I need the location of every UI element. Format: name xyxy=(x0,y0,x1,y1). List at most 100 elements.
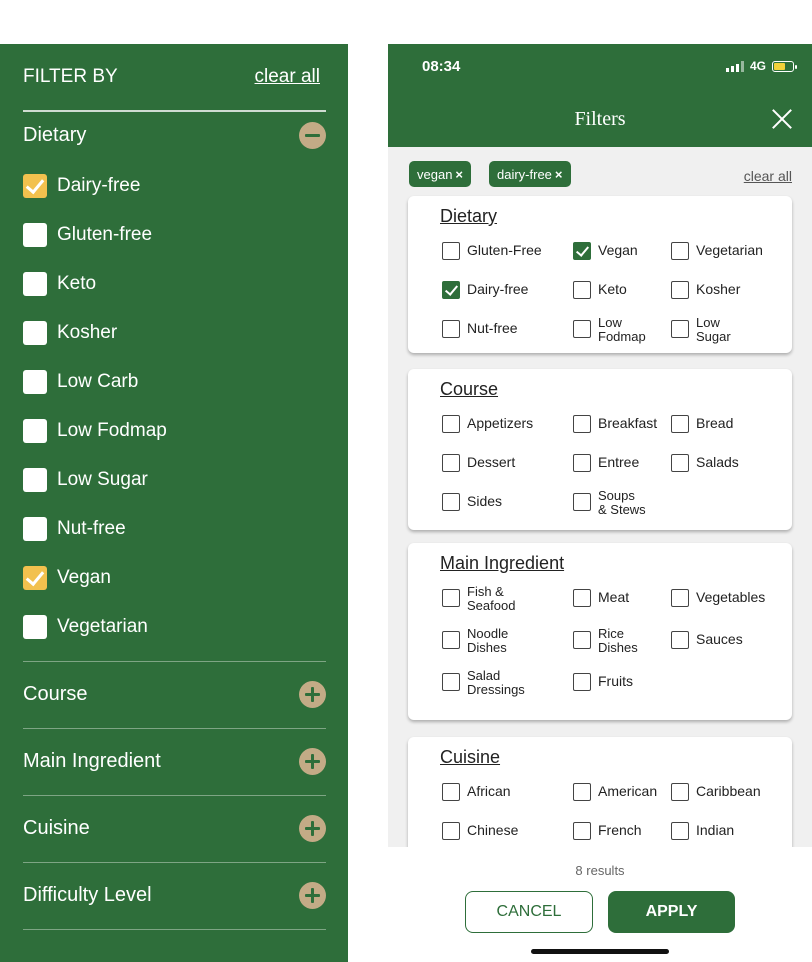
filter-option[interactable]: Vegetables xyxy=(671,589,765,607)
filter-option[interactable]: Nut-free xyxy=(442,320,518,338)
filter-option[interactable]: Low Sugar xyxy=(671,316,731,344)
dietary-option[interactable]: Dairy-free xyxy=(23,173,140,199)
filter-option[interactable]: Gluten-Free xyxy=(442,242,542,260)
filter-option[interactable]: Sides xyxy=(442,493,502,511)
dietary-option[interactable]: Keto xyxy=(23,271,96,297)
filter-option[interactable]: Fruits xyxy=(573,673,633,691)
filter-option[interactable]: Sauces xyxy=(671,631,743,649)
checkbox-icon[interactable] xyxy=(671,320,689,338)
filter-option[interactable]: Kosher xyxy=(671,281,740,299)
checkbox-icon[interactable] xyxy=(23,272,47,296)
filter-option[interactable]: African xyxy=(442,783,511,801)
checkbox-checked-icon[interactable] xyxy=(573,242,591,260)
checkbox-icon[interactable] xyxy=(442,415,460,433)
checkbox-icon[interactable] xyxy=(671,631,689,649)
filter-option[interactable]: American xyxy=(573,783,657,801)
filter-option[interactable]: Entree xyxy=(573,454,639,472)
checkbox-icon[interactable] xyxy=(573,822,591,840)
filter-option[interactable]: Appetizers xyxy=(442,415,533,433)
checkbox-icon[interactable] xyxy=(671,822,689,840)
dietary-option[interactable]: Gluten-free xyxy=(23,222,152,248)
expand-plus-icon[interactable] xyxy=(299,881,326,909)
checkbox-icon[interactable] xyxy=(442,242,460,260)
dietary-option[interactable]: Vegetarian xyxy=(23,614,148,640)
expand-plus-icon[interactable] xyxy=(299,747,326,775)
clear-all-link[interactable]: clear all xyxy=(255,66,320,88)
filter-option[interactable]: Meat xyxy=(573,589,629,607)
checkbox-icon[interactable] xyxy=(23,468,47,492)
checkbox-icon[interactable] xyxy=(573,415,591,433)
dietary-option[interactable]: Kosher xyxy=(23,320,117,346)
filter-option[interactable]: Caribbean xyxy=(671,783,761,801)
checkbox-icon[interactable] xyxy=(442,822,460,840)
expand-plus-icon[interactable] xyxy=(299,814,326,842)
checkbox-icon[interactable] xyxy=(23,615,47,639)
filter-option[interactable]: Chinese xyxy=(442,822,518,840)
filter-option[interactable]: Dessert xyxy=(442,454,515,472)
checkbox-icon[interactable] xyxy=(671,242,689,260)
dietary-option[interactable]: Low Sugar xyxy=(23,467,148,493)
section-header[interactable]: Main Ingredient xyxy=(23,746,326,776)
expand-plus-icon[interactable] xyxy=(299,680,326,708)
filter-option[interactable]: Soups & Stews xyxy=(573,489,646,517)
checkbox-icon[interactable] xyxy=(442,320,460,338)
checkbox-icon[interactable] xyxy=(573,493,591,511)
dietary-option[interactable]: Low Carb xyxy=(23,369,138,395)
checkbox-icon[interactable] xyxy=(442,673,460,691)
cancel-button[interactable]: CANCEL xyxy=(465,891,593,933)
section-dietary-header[interactable]: Dietary xyxy=(23,120,326,150)
filter-option[interactable]: Keto xyxy=(573,281,627,299)
checkbox-icon[interactable] xyxy=(671,589,689,607)
apply-button[interactable]: APPLY xyxy=(608,891,735,933)
filter-option[interactable]: Fish & Seafood xyxy=(442,585,515,613)
collapse-minus-icon[interactable] xyxy=(299,121,326,149)
dietary-option[interactable]: Nut-free xyxy=(23,516,126,542)
checkbox-icon[interactable] xyxy=(442,589,460,607)
chip-dairy-free[interactable]: dairy-free × xyxy=(489,161,571,187)
checkbox-icon[interactable] xyxy=(23,321,47,345)
checkbox-icon[interactable] xyxy=(442,783,460,801)
checkbox-icon[interactable] xyxy=(573,631,591,649)
filter-option[interactable]: Breakfast xyxy=(573,415,657,433)
checkbox-icon[interactable] xyxy=(573,783,591,801)
checkbox-icon[interactable] xyxy=(23,419,47,443)
remove-chip-icon[interactable]: × xyxy=(455,167,463,182)
checkbox-checked-icon[interactable] xyxy=(442,281,460,299)
checkbox-icon[interactable] xyxy=(442,493,460,511)
filter-option[interactable]: French xyxy=(573,822,642,840)
filter-option[interactable]: Salad Dressings xyxy=(442,669,525,697)
dietary-option[interactable]: Vegan xyxy=(23,565,111,591)
filter-option[interactable]: Noodle Dishes xyxy=(442,627,508,655)
checkbox-icon[interactable] xyxy=(442,631,460,649)
filter-option[interactable]: Vegan xyxy=(573,242,638,260)
checkbox-icon[interactable] xyxy=(23,223,47,247)
checkbox-checked-icon[interactable] xyxy=(23,174,47,198)
checkbox-icon[interactable] xyxy=(573,281,591,299)
dietary-option[interactable]: Low Fodmap xyxy=(23,418,167,444)
checkbox-icon[interactable] xyxy=(671,783,689,801)
checkbox-checked-icon[interactable] xyxy=(23,566,47,590)
filter-scroll-area[interactable]: vegan × dairy-free × clear all Dietary Gl… xyxy=(388,147,812,847)
checkbox-icon[interactable] xyxy=(573,454,591,472)
close-icon[interactable] xyxy=(771,108,793,130)
filter-option[interactable]: Salads xyxy=(671,454,739,472)
section-header[interactable]: Course xyxy=(23,679,326,709)
checkbox-icon[interactable] xyxy=(23,517,47,541)
checkbox-icon[interactable] xyxy=(23,370,47,394)
section-header[interactable]: Difficulty Level xyxy=(23,880,326,910)
section-header[interactable]: Cuisine xyxy=(23,813,326,843)
checkbox-icon[interactable] xyxy=(671,281,689,299)
remove-chip-icon[interactable]: × xyxy=(555,167,563,182)
filter-option[interactable]: Dairy-free xyxy=(442,281,528,299)
checkbox-icon[interactable] xyxy=(573,673,591,691)
filter-option[interactable]: Vegetarian xyxy=(671,242,763,260)
checkbox-icon[interactable] xyxy=(671,454,689,472)
checkbox-icon[interactable] xyxy=(671,415,689,433)
filter-option[interactable]: Indian xyxy=(671,822,734,840)
checkbox-icon[interactable] xyxy=(442,454,460,472)
clear-all-link[interactable]: clear all xyxy=(744,168,792,184)
checkbox-icon[interactable] xyxy=(573,320,591,338)
filter-option[interactable]: Rice Dishes xyxy=(573,627,638,655)
checkbox-icon[interactable] xyxy=(573,589,591,607)
filter-option[interactable]: Low Fodmap xyxy=(573,316,646,344)
